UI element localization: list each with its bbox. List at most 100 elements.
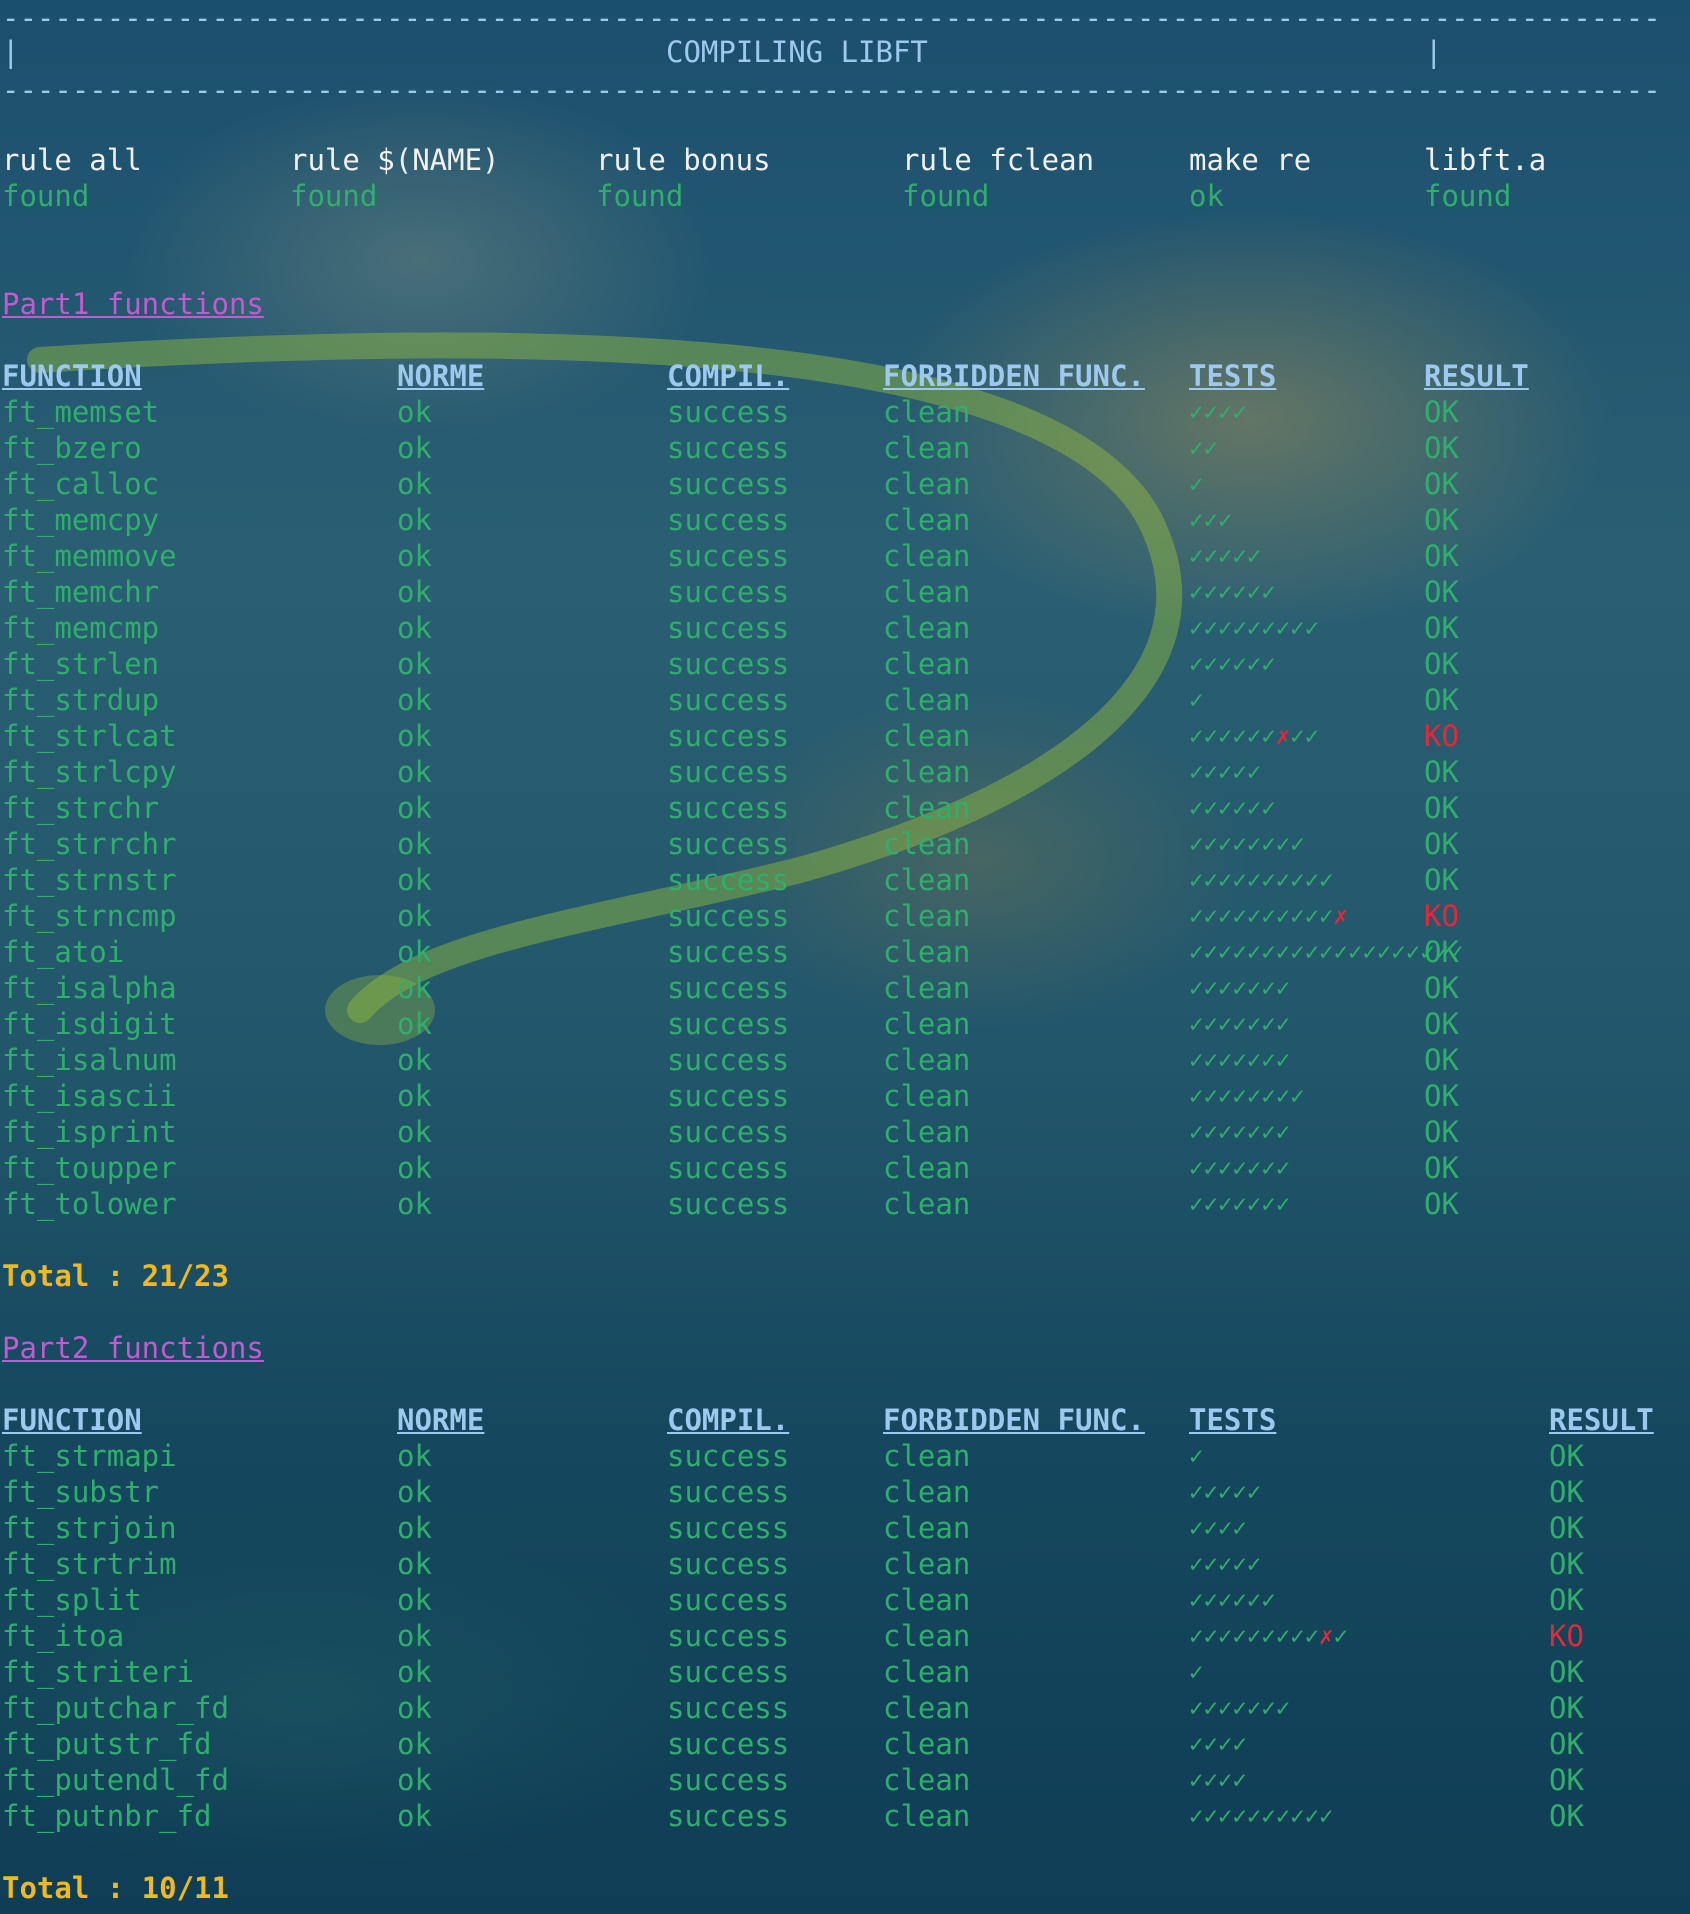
- norme-status: ok: [397, 1799, 432, 1833]
- compil-status: success: [667, 1151, 790, 1185]
- compil-status: success: [667, 1439, 790, 1473]
- tests-marks: ✓✓✓✓✓✓✓✓✓✓: [1189, 862, 1334, 898]
- tests-pass-marks: ✓: [1189, 470, 1204, 498]
- function-name: ft_memchr: [2, 575, 160, 609]
- forbidden-status: clean: [883, 971, 971, 1005]
- function-name: ft_tolower: [2, 1187, 177, 1221]
- forbidden-status: clean: [883, 1007, 971, 1041]
- forbidden-status: clean: [883, 1511, 971, 1545]
- result-status: OK: [1549, 1799, 1584, 1833]
- function-name: ft_strdup: [2, 683, 160, 717]
- forbidden-status: clean: [883, 1079, 971, 1113]
- function-name: ft_strnstr: [2, 863, 177, 897]
- result-status: OK: [1424, 791, 1459, 825]
- forbidden-status: clean: [883, 1439, 971, 1473]
- tests-pass-marks: ✓✓✓✓✓✓✓✓: [1189, 830, 1305, 858]
- header-tests: TESTS: [1189, 1403, 1277, 1437]
- compil-status: success: [667, 1799, 790, 1833]
- tests-marks: ✓✓✓: [1189, 502, 1232, 538]
- result-status: OK: [1424, 431, 1459, 465]
- result-status: OK: [1424, 611, 1459, 645]
- function-name: ft_memcmp: [2, 611, 160, 645]
- compil-status: success: [667, 1511, 790, 1545]
- forbidden-status: clean: [883, 1187, 971, 1221]
- result-status: OK: [1424, 827, 1459, 861]
- norme-status: ok: [397, 971, 432, 1005]
- forbidden-status: clean: [883, 467, 971, 501]
- function-name: ft_bzero: [2, 431, 142, 465]
- function-name: ft_isascii: [2, 1079, 177, 1113]
- result-status: OK: [1424, 503, 1459, 537]
- forbidden-status: clean: [883, 575, 971, 609]
- rule-name-status: found: [290, 179, 378, 213]
- function-name: ft_strlcpy: [2, 755, 177, 789]
- norme-status: ok: [397, 647, 432, 681]
- result-status: KO: [1549, 1619, 1584, 1653]
- compil-status: success: [667, 1547, 790, 1581]
- tests-pass-marks: ✓✓✓✓✓: [1189, 758, 1262, 786]
- forbidden-status: clean: [883, 1799, 971, 1833]
- tests-marks: ✓✓: [1189, 430, 1218, 466]
- function-name: ft_memcpy: [2, 503, 160, 537]
- result-status: OK: [1424, 647, 1459, 681]
- tests-marks: ✓✓✓✓✓: [1189, 754, 1261, 790]
- norme-status: ok: [397, 1727, 432, 1761]
- tests-marks: ✓✓✓✓✓: [1189, 1474, 1261, 1510]
- make-re-label: make re: [1189, 143, 1312, 177]
- norme-status: ok: [397, 1655, 432, 1689]
- compil-status: success: [667, 935, 790, 969]
- norme-status: ok: [397, 503, 432, 537]
- tests-pass-marks: ✓✓✓✓✓✓✓: [1189, 1694, 1291, 1722]
- banner-top-rule: ----------------------------------------…: [2, 1, 1661, 35]
- tests-pass-marks: ✓✓✓✓: [1189, 1766, 1247, 1794]
- compil-status: success: [667, 1187, 790, 1221]
- norme-status: ok: [397, 1151, 432, 1185]
- tests-pass-marks-after: ✓: [1333, 1622, 1348, 1650]
- norme-status: ok: [397, 1763, 432, 1797]
- compil-status: success: [667, 1655, 790, 1689]
- tests-marks: ✓✓✓✓✓✓✗✓✓: [1189, 718, 1319, 754]
- norme-status: ok: [397, 683, 432, 717]
- result-status: KO: [1424, 719, 1459, 753]
- result-status: OK: [1549, 1583, 1584, 1617]
- rule-fclean-status: found: [902, 179, 990, 213]
- tests-pass-marks: ✓✓✓✓✓✓✓: [1189, 974, 1291, 1002]
- forbidden-status: clean: [883, 1583, 971, 1617]
- rule-bonus-status: found: [596, 179, 684, 213]
- result-status: OK: [1424, 1079, 1459, 1113]
- rule-all-label: rule all: [2, 143, 142, 177]
- tests-pass-marks: ✓✓✓✓✓✓: [1189, 650, 1276, 678]
- tests-marks: ✓✓✓✓: [1189, 1762, 1247, 1798]
- tests-pass-marks: ✓: [1189, 1658, 1204, 1686]
- norme-status: ok: [397, 755, 432, 789]
- make-re-status: ok: [1189, 179, 1224, 213]
- function-name: ft_putnbr_fd: [2, 1799, 212, 1833]
- header-tests: TESTS: [1189, 359, 1277, 393]
- banner-title: COMPILING LIBFT: [666, 35, 928, 69]
- compil-status: success: [667, 791, 790, 825]
- function-name: ft_strlen: [2, 647, 160, 681]
- function-name: ft_strlcat: [2, 719, 177, 753]
- result-status: OK: [1549, 1547, 1584, 1581]
- tests-pass-marks: ✓✓✓✓✓✓✓✓✓: [1189, 1622, 1320, 1650]
- tests-pass-marks: ✓✓✓✓✓✓✓✓✓✓: [1189, 902, 1334, 930]
- result-status: OK: [1424, 683, 1459, 717]
- header-forbidden: FORBIDDEN FUNC.: [883, 1403, 1145, 1437]
- header-norme: NORME: [397, 1403, 485, 1437]
- banner-right-bar: |: [1425, 35, 1443, 69]
- compil-status: success: [667, 683, 790, 717]
- forbidden-status: clean: [883, 539, 971, 573]
- norme-status: ok: [397, 1187, 432, 1221]
- function-name: ft_isprint: [2, 1115, 177, 1149]
- forbidden-status: clean: [883, 1115, 971, 1149]
- norme-status: ok: [397, 1511, 432, 1545]
- header-norme: NORME: [397, 359, 485, 393]
- libft-a-status: found: [1424, 179, 1512, 213]
- function-name: ft_striteri: [2, 1655, 195, 1689]
- tests-marks: ✓: [1189, 1438, 1203, 1474]
- tests-marks: ✓✓✓✓✓✓✓✓✓✓✗: [1189, 898, 1348, 934]
- rule-bonus-label: rule bonus: [596, 143, 771, 177]
- rule-name-label: rule $(NAME): [290, 143, 500, 177]
- header-compil: COMPIL.: [667, 1403, 790, 1437]
- tests-pass-marks: ✓✓✓✓: [1189, 1730, 1247, 1758]
